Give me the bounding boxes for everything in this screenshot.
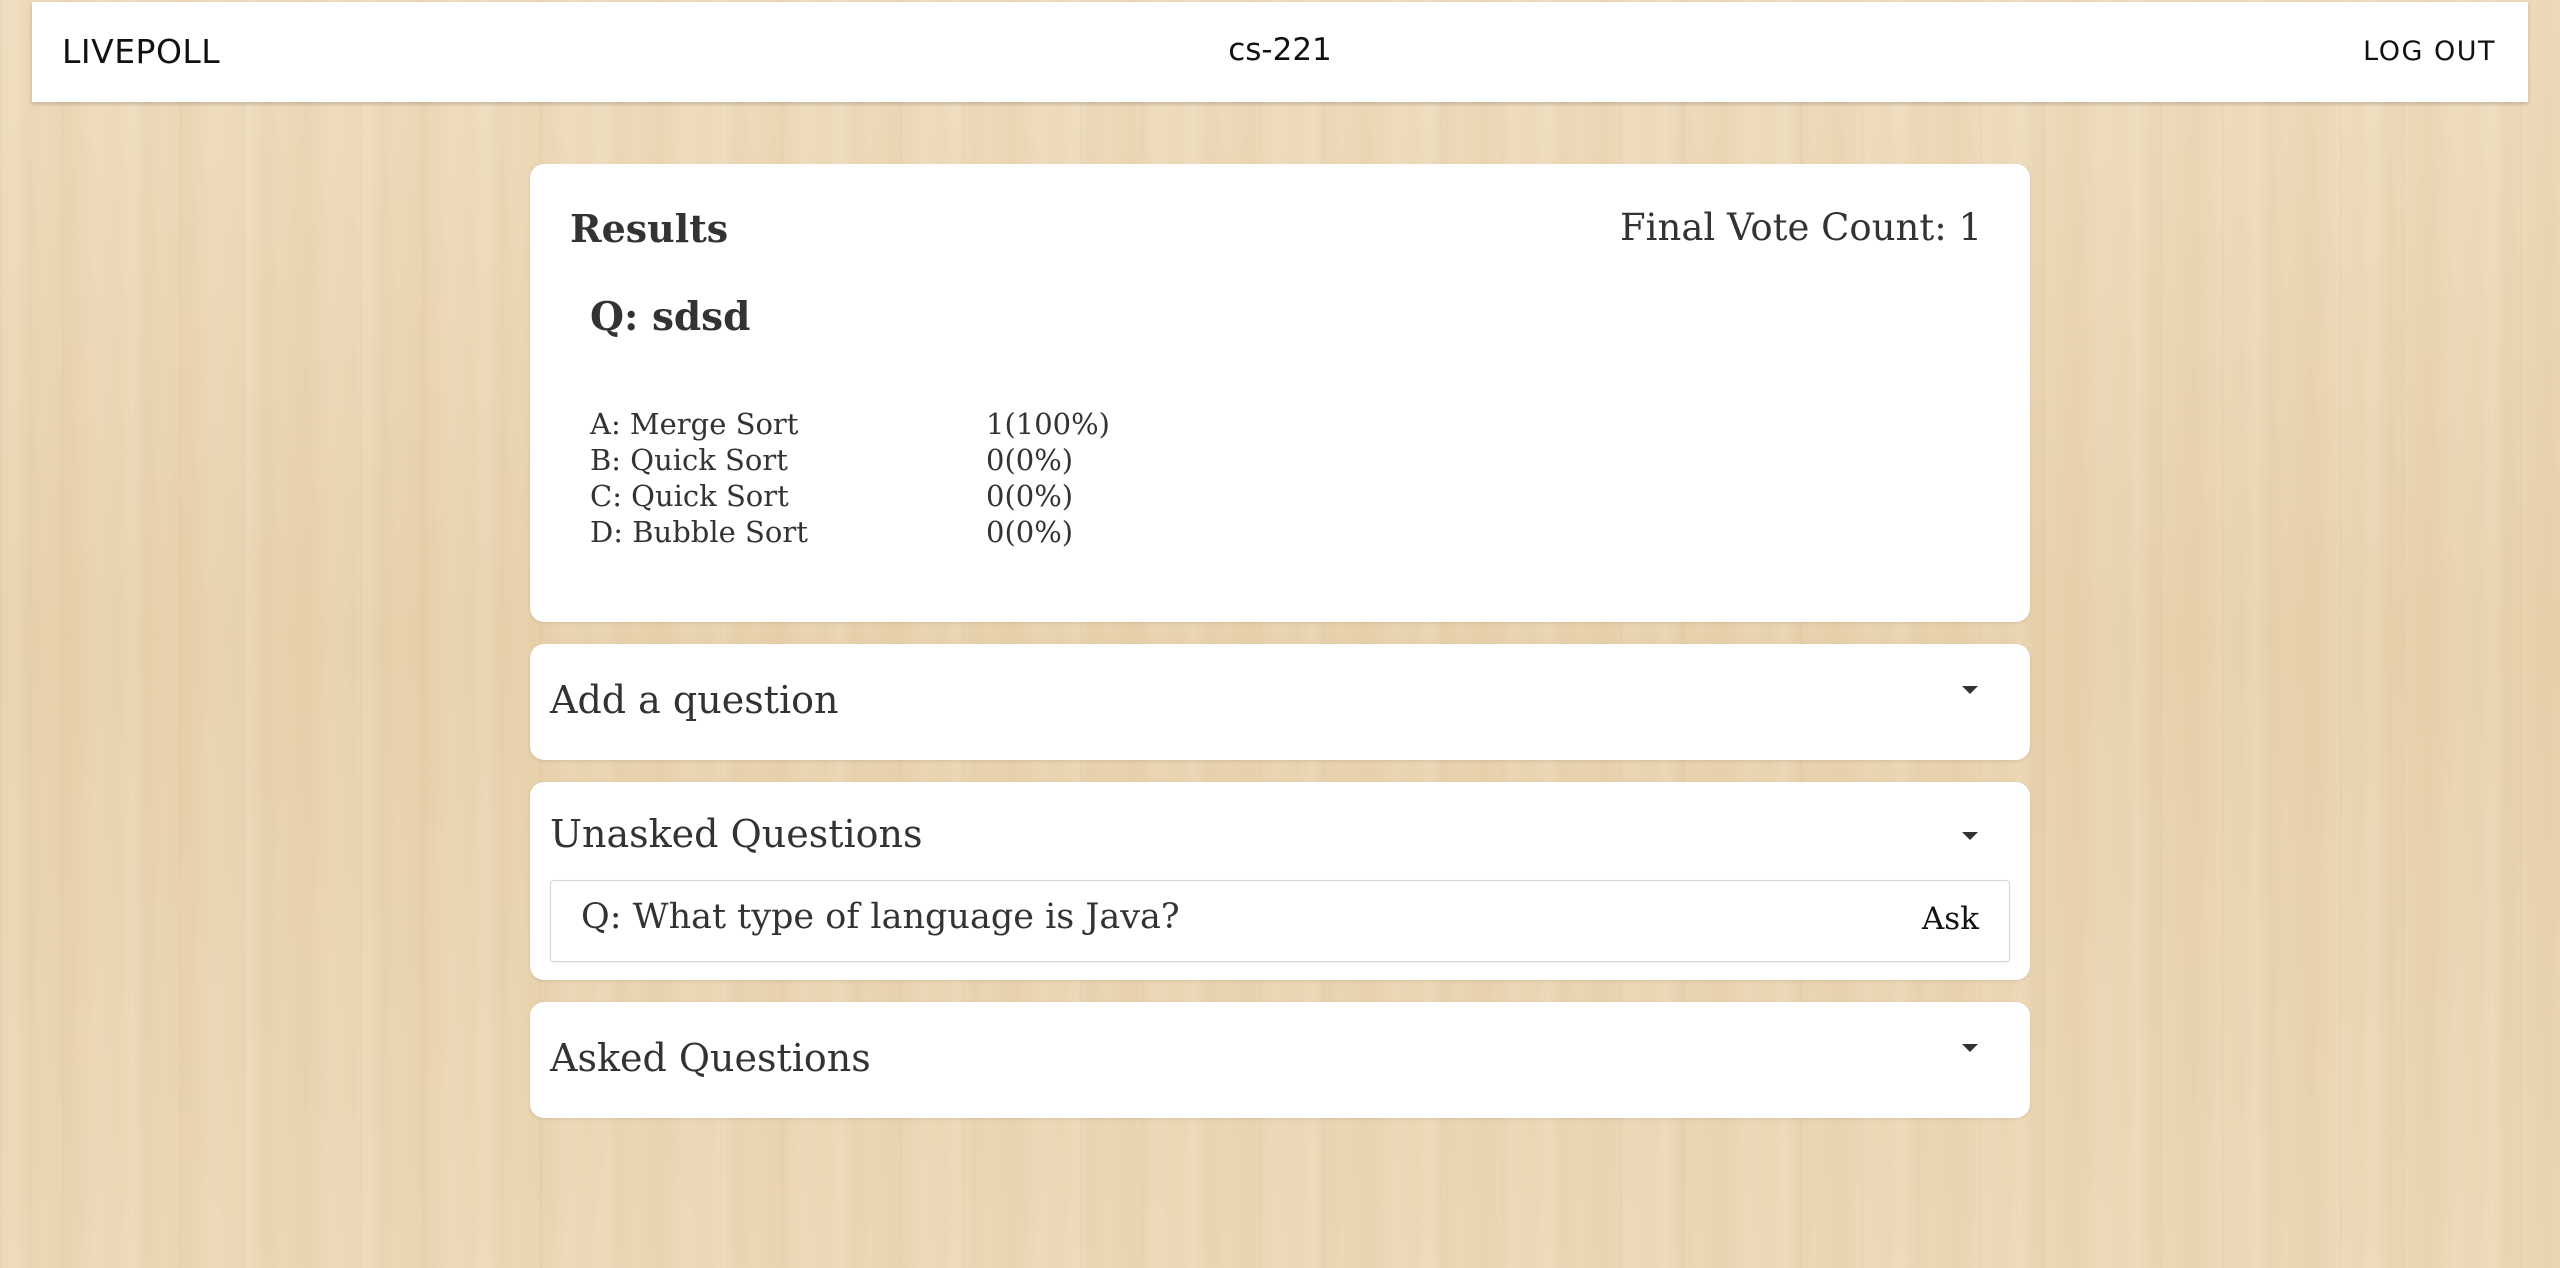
logout-button[interactable]: LOG OUT <box>2363 36 2496 67</box>
asked-questions-panel: Asked Questions <box>530 1002 2030 1118</box>
add-question-panel: Add a question <box>530 644 2030 760</box>
asked-questions-toggle[interactable]: Asked Questions <box>530 1002 2030 1118</box>
answer-row: C: Quick Sort 0(0%) <box>590 478 1190 514</box>
caret-down-icon[interactable] <box>1962 686 1978 694</box>
add-question-title: Add a question <box>550 678 839 722</box>
answer-label: C: Quick Sort <box>590 479 789 513</box>
answer-label: D: Bubble Sort <box>590 515 808 549</box>
top-navbar: LIVEPOLL cs-221 LOG OUT <box>32 2 2528 102</box>
answer-count: 0(0%) <box>986 515 1074 549</box>
answer-row: D: Bubble Sort 0(0%) <box>590 514 1190 550</box>
results-title: Results <box>570 206 729 251</box>
answer-list: A: Merge Sort 1(100%) B: Quick Sort 0(0%… <box>590 406 1190 550</box>
add-question-toggle[interactable]: Add a question <box>530 644 2030 760</box>
ask-button[interactable]: Ask <box>1922 901 1979 937</box>
answer-row: B: Quick Sort 0(0%) <box>590 442 1190 478</box>
unasked-questions-panel: Unasked Questions Q: What type of langua… <box>530 782 2030 980</box>
course-name: cs-221 <box>1228 32 1332 68</box>
unasked-question-text: Q: What type of language is Java? <box>581 897 1180 937</box>
answer-count: 0(0%) <box>986 479 1074 513</box>
asked-questions-title: Asked Questions <box>550 1036 871 1080</box>
list-item: Q: What type of language is Java? Ask <box>550 880 2010 962</box>
answer-label: B: Quick Sort <box>590 443 788 477</box>
answer-count: 0(0%) <box>986 443 1074 477</box>
answer-label: A: Merge Sort <box>590 407 799 441</box>
answer-row: A: Merge Sort 1(100%) <box>590 406 1190 442</box>
caret-down-icon[interactable] <box>1962 832 1978 840</box>
results-card: Results Final Vote Count: 1 Q: sdsd A: M… <box>530 164 2030 622</box>
unasked-questions-title: Unasked Questions <box>550 812 923 856</box>
caret-down-icon[interactable] <box>1962 1044 1978 1052</box>
result-question: Q: sdsd <box>590 294 751 340</box>
final-vote-count: Final Vote Count: 1 <box>1620 206 1982 249</box>
answer-count: 1(100%) <box>986 407 1110 441</box>
